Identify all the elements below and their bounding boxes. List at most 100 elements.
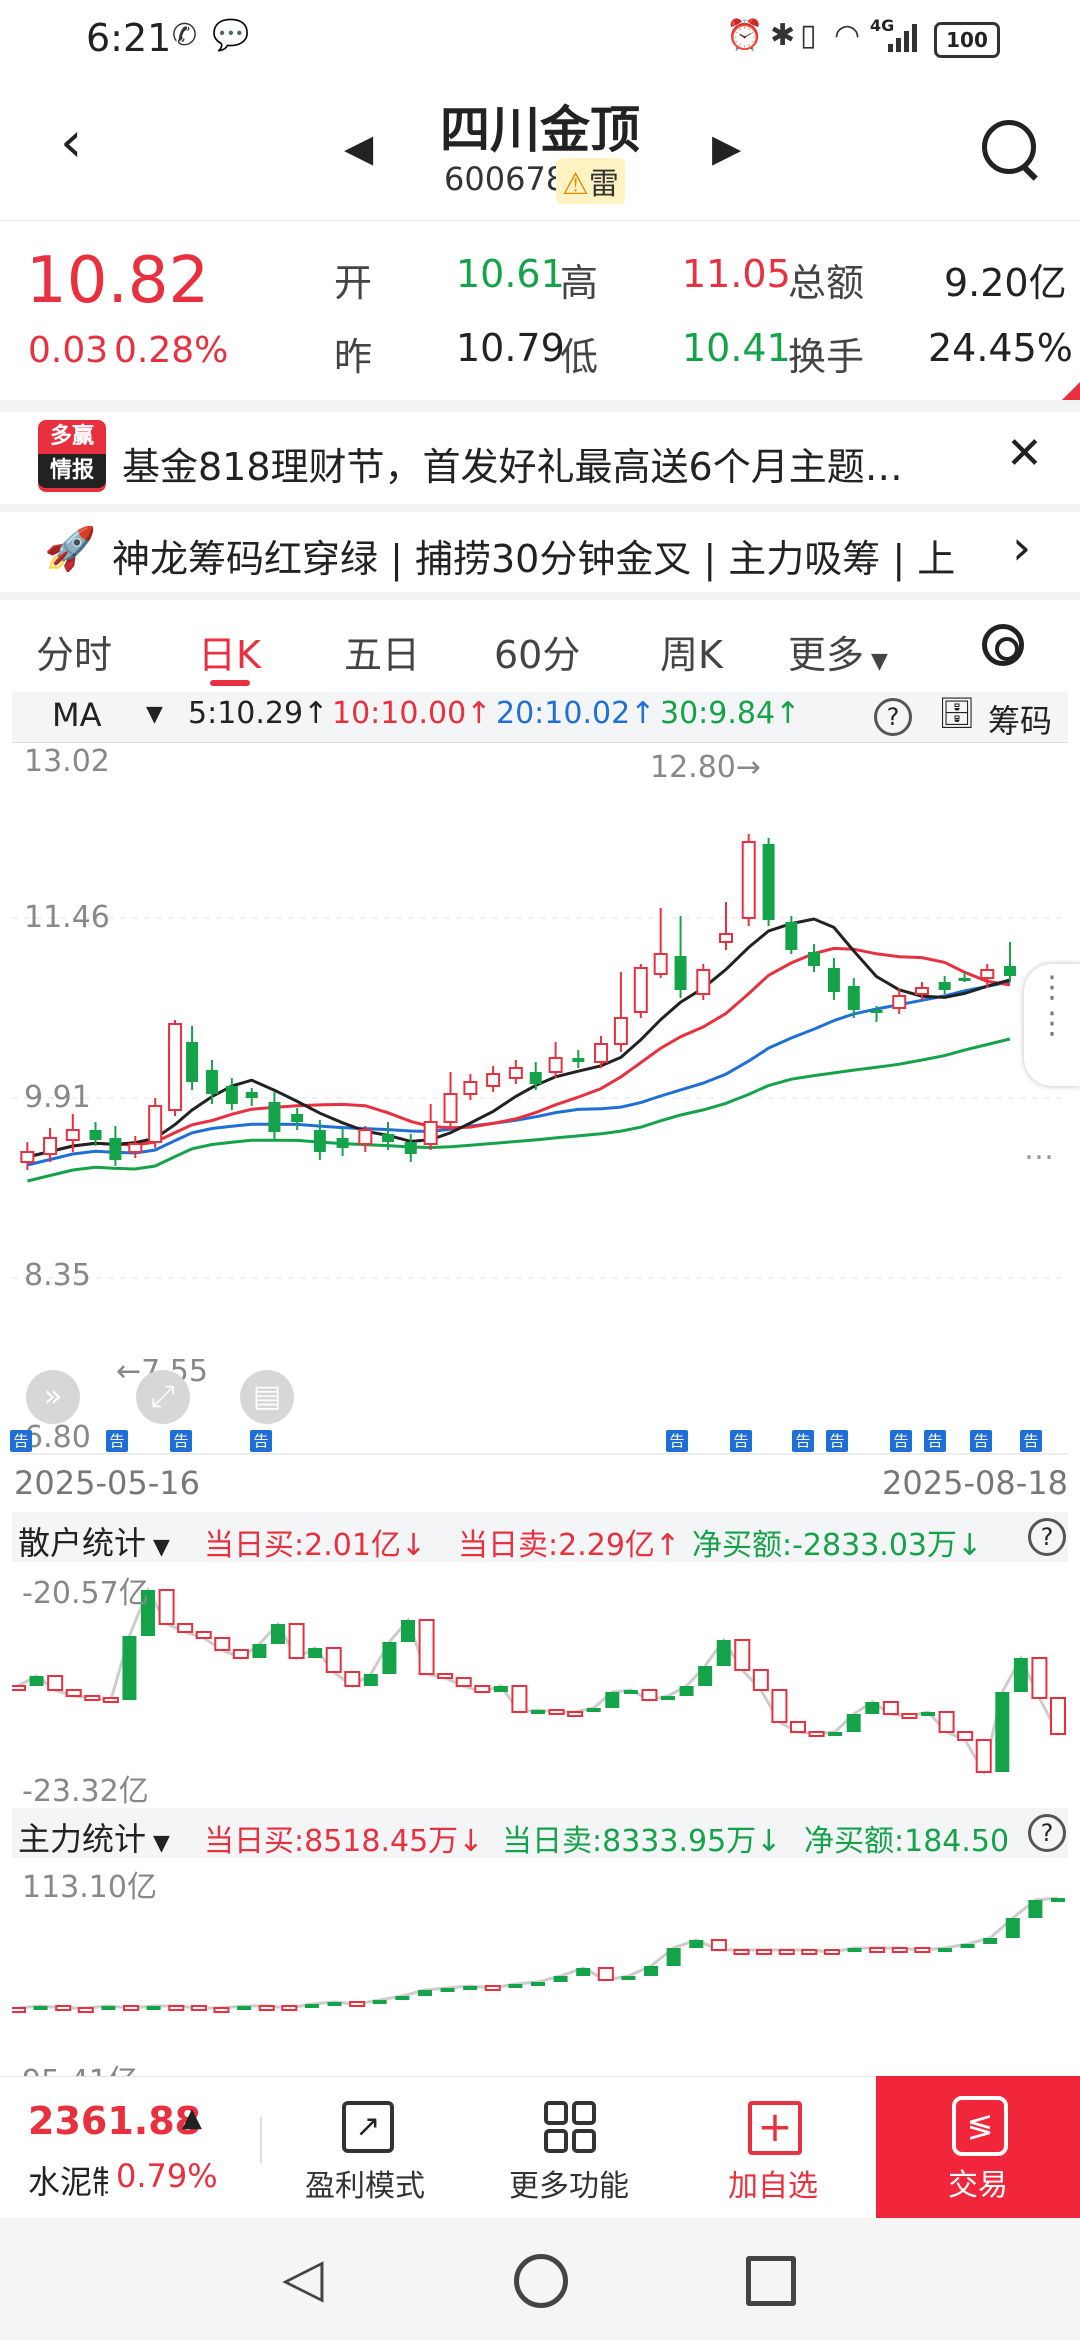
fullscreen-icon[interactable]: ⤢ [136, 1370, 190, 1424]
grid-icon [544, 2101, 596, 2153]
candle-body [148, 1105, 163, 1143]
nav-home-icon[interactable] [514, 2254, 568, 2308]
stat-bar [308, 1648, 323, 1658]
tab-intraday[interactable]: 分时 [36, 624, 112, 679]
retail-stats-selector[interactable]: 散户统计 ▼ [18, 1518, 170, 1564]
help-icon[interactable]: ? [1028, 1518, 1066, 1556]
expand-corner-icon[interactable] [1060, 382, 1080, 402]
next-stock-icon[interactable]: ▶ [712, 126, 741, 170]
divider [260, 2117, 262, 2163]
chevron-right-icon[interactable]: › [1012, 520, 1031, 576]
stat-bar [349, 2001, 366, 2007]
rocket-icon: 🚀 [44, 524, 97, 573]
signal-ticker[interactable]: 🚀 神龙筹码红穿绿 | 捕捞30分钟金叉 | 主力吸筹 | 上 › [0, 512, 1080, 592]
notice-marker[interactable]: 告 [730, 1430, 752, 1452]
turnover-value: 24.45% [928, 326, 1073, 370]
notice-marker[interactable]: 告 [10, 1430, 32, 1452]
trade-button[interactable]: ≶ 交易 [876, 2076, 1080, 2218]
stat-bar [790, 1721, 806, 1733]
quote-panel: 10.82 0.03 0.28% 开 10.61 高 11.05 总额 9.20… [0, 222, 1080, 402]
notice-marker[interactable]: 告 [924, 1430, 946, 1452]
notice-marker[interactable]: 告 [1020, 1430, 1042, 1452]
main-force-selector[interactable]: 主力统计 ▼ [18, 1814, 170, 1860]
notice-marker[interactable]: 告 [970, 1430, 992, 1452]
candle-body [463, 1081, 478, 1095]
stat-bar [661, 1696, 675, 1700]
candle-body [741, 841, 756, 919]
main-force-net: 净买额:184.50 [804, 1824, 1010, 1859]
stat-bar [901, 1713, 918, 1719]
tab-daily-k[interactable]: 日K [198, 624, 261, 679]
stat-bar [232, 1649, 249, 1659]
candle-body [594, 1043, 609, 1063]
price-change-pct: 0.28% [114, 330, 229, 371]
stat-bar [1031, 1657, 1048, 1699]
tab-weekly-k[interactable]: 周K [660, 624, 723, 679]
wifi-icon: ◠ [834, 18, 861, 53]
notice-marker[interactable]: 告 [792, 1430, 814, 1452]
retail-sell: 当日卖:2.29亿↑ [458, 1528, 681, 1563]
notice-marker[interactable]: 告 [666, 1430, 688, 1452]
y-axis-label: 9.91 [24, 1080, 91, 1115]
chips-button[interactable]: 筹码 [988, 696, 1052, 742]
main-force-top-label: 113.10亿 [22, 1870, 157, 1905]
more-functions-button[interactable]: 更多功能 [494, 2077, 644, 2219]
stat-bar [12, 1685, 26, 1691]
help-icon[interactable]: ? [1028, 1814, 1066, 1852]
ticker-text: 神龙筹码红穿绿 | 捕捞30分钟金叉 | 主力吸筹 | 上 [112, 537, 956, 581]
candle-body [529, 1072, 542, 1084]
notice-marker[interactable]: 告 [106, 1430, 128, 1452]
main-force-chart [12, 1896, 1065, 2013]
tab-60min[interactable]: 60分 [494, 624, 580, 679]
stat-bar [823, 1949, 840, 1955]
y-axis-label: 13.02 [24, 744, 110, 779]
notice-marker[interactable]: 告 [250, 1430, 272, 1452]
risk-warning-badge[interactable]: ⚠雷 [556, 158, 625, 204]
stat-bar [304, 2004, 319, 2008]
candle-body [20, 1151, 35, 1163]
stock-name: 四川金顶 [440, 101, 640, 159]
stat-bar [1051, 1898, 1065, 1902]
profit-mode-button[interactable]: ↗ 盈利模式 [290, 2077, 440, 2219]
chevron-down-icon: ▼ [146, 1535, 170, 1560]
promo-banner[interactable]: 多赢 情报 基金818理财节，首发好礼最高送6个月主题… ✕ [0, 412, 1080, 504]
system-nav-bar: ◁ [0, 2218, 1080, 2340]
candle-body [43, 1137, 58, 1155]
candle-body [486, 1073, 501, 1087]
candle-body [109, 1138, 122, 1160]
stat-bar [531, 1710, 545, 1714]
nav-back-icon[interactable]: ◁ [282, 2246, 324, 2309]
candle-body [762, 844, 775, 920]
play-icon[interactable]: » [26, 1370, 80, 1424]
sector-index[interactable]: 2361.88 ▲ 水泥制 0.79% [0, 2077, 250, 2219]
ma30-value: 30:9.84↑ [660, 696, 801, 731]
tab-five-day[interactable]: 五日 [344, 624, 420, 679]
candle-body [1004, 966, 1016, 976]
tab-more[interactable]: 更多 ▼ [788, 624, 888, 679]
stat-bar [455, 1677, 472, 1687]
stat-bar [237, 2006, 252, 2010]
candle-body [808, 952, 821, 966]
close-icon[interactable]: ✕ [1006, 428, 1043, 479]
nav-recents-icon[interactable] [746, 2256, 796, 2306]
wechat-icon: 💬 [212, 18, 250, 53]
draw-tool-icon[interactable]: ▤ [240, 1370, 294, 1424]
notice-marker[interactable]: 告 [826, 1430, 848, 1452]
stat-bar [47, 1675, 64, 1691]
search-icon[interactable] [982, 120, 1046, 184]
notice-marker[interactable]: 告 [890, 1430, 912, 1452]
max-price-label: 12.80→ [650, 750, 762, 785]
kline-chart[interactable] [12, 742, 1068, 1458]
stat-bar [808, 1731, 825, 1737]
add-watchlist-button[interactable]: + 加自选 [698, 2077, 848, 2219]
stat-bar [177, 1623, 194, 1633]
main-force-bars [12, 1898, 1065, 2013]
candle-body [572, 1058, 585, 1062]
help-icon[interactable]: ? [874, 698, 912, 736]
more-options-icon[interactable]: ⋮ ⋮ [1024, 964, 1080, 1086]
low-value: 10.41 [682, 326, 791, 370]
indicator-selector[interactable]: MA [52, 696, 102, 734]
stat-bar [847, 1948, 862, 1952]
candle-body [914, 987, 929, 995]
notice-marker[interactable]: 告 [170, 1430, 192, 1452]
